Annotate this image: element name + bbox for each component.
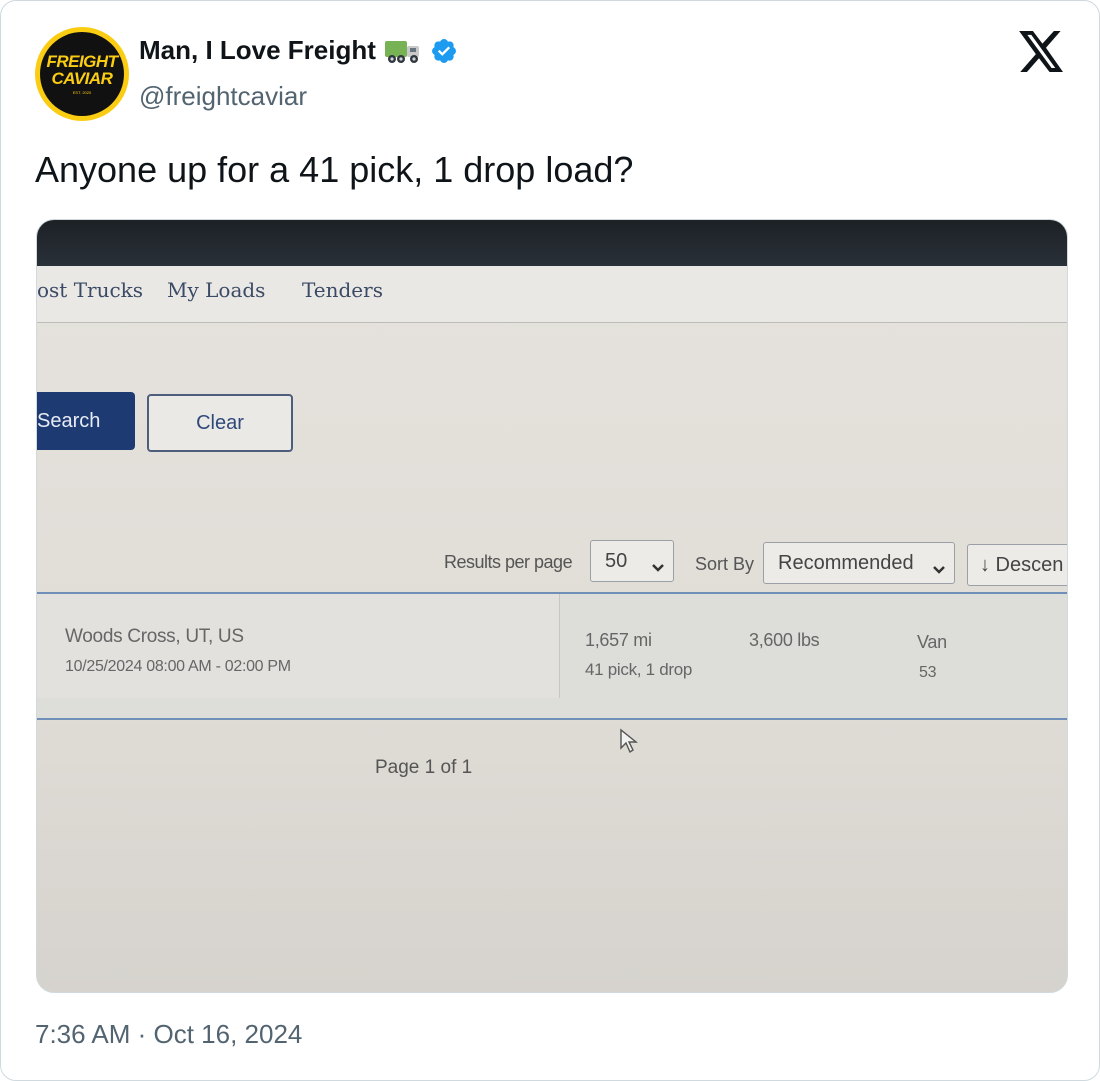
author-name-row: Man, I Love Freight: [139, 35, 458, 66]
load-distance: 1,657 mi: [585, 630, 652, 650]
sort-by-label: Sort By: [695, 554, 755, 574]
load-datetime: 10/25/2024 08:00 AM - 02:00 PM: [65, 658, 291, 675]
nav-tab-post-trucks: ost Trucks: [37, 278, 144, 302]
load-trailer-length: 53: [919, 664, 937, 681]
load-stops: 41 pick, 1 drop: [585, 660, 693, 679]
avatar[interactable]: FREIGHT CAVIAR EST. 2020: [35, 27, 129, 121]
tweet-card: FREIGHT CAVIAR EST. 2020 Man, I Love Fre…: [0, 0, 1100, 1081]
load-equipment: Van: [917, 632, 947, 652]
mouse-cursor-icon: [619, 728, 639, 754]
verified-badge-icon[interactable]: [430, 37, 458, 65]
load-weight: 3,600 lbs: [749, 630, 820, 650]
tweet-photo[interactable]: ost Trucks My Loads Tenders Search Clear…: [36, 219, 1068, 993]
pagination-text: Page 1 of 1: [375, 757, 473, 778]
photo-clear-button: Clear: [147, 394, 293, 452]
avatar-logo: FREIGHT CAVIAR EST. 2020: [40, 32, 124, 116]
sort-direction-button: ↓ Descen: [967, 544, 1067, 586]
delivery-truck-emoji-icon: [384, 37, 422, 65]
photo-search-button: Search: [37, 392, 135, 450]
chevron-down-icon: [932, 558, 946, 574]
tweet-timestamp[interactable]: 7:36 AM · Oct 16, 2024: [35, 1019, 302, 1050]
sort-direction-text: ↓ Descen: [980, 553, 1064, 576]
results-per-page-select: 50: [590, 540, 674, 582]
x-logo-icon[interactable]: [1019, 31, 1065, 73]
nav-tab-my-loads: My Loads: [167, 278, 266, 302]
monitor-bezel: [37, 220, 1067, 266]
avatar-text-line-2: CAVIAR: [51, 69, 113, 88]
tweet-text: Anyone up for a 41 pick, 1 drop load?: [35, 149, 634, 190]
display-name[interactable]: Man, I Love Freight: [139, 35, 376, 66]
avatar-small-text: EST. 2020: [72, 90, 92, 95]
load-result-row: Woods Cross, UT, US 10/25/2024 08:00 AM …: [37, 592, 1067, 720]
load-location: Woods Cross, UT, US: [65, 626, 244, 647]
results-per-page-label: Results per page: [444, 552, 573, 572]
results-per-page-value: 50: [605, 549, 628, 572]
author-handle[interactable]: @freightcaviar: [139, 81, 307, 112]
sort-by-select: Recommended: [763, 542, 955, 584]
chevron-down-icon: [651, 556, 665, 572]
nav-tab-tenders: Tenders: [302, 278, 383, 302]
sort-by-value: Recommended: [778, 551, 914, 574]
avatar-text-line-1: FREIGHT: [46, 52, 118, 71]
